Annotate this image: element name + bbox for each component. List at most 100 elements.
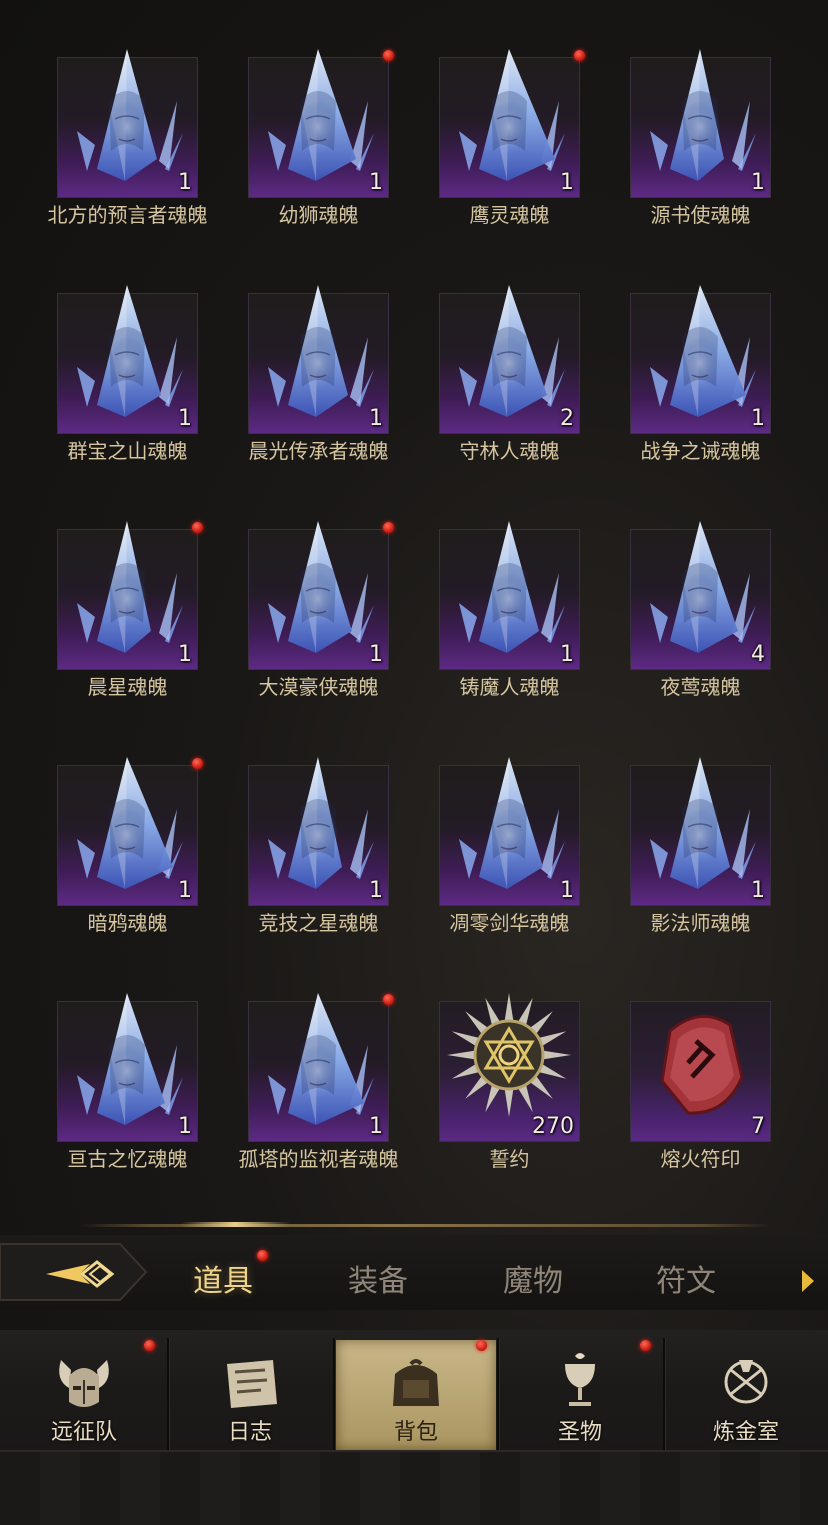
item-slot[interactable]: 270: [439, 993, 580, 1142]
nav-separator: [333, 1338, 335, 1450]
item-count: 1: [751, 878, 765, 903]
item-slot[interactable]: 1: [439, 757, 580, 906]
inventory-item[interactable]: 7 熔火符印: [573, 944, 771, 1180]
soul-crystal-icon: [268, 49, 374, 181]
item-count: 4: [751, 642, 765, 667]
inventory-item[interactable]: 270 誓约: [382, 944, 580, 1180]
item-name: 夜莺魂魄: [660, 675, 741, 699]
nav-item-label: 背包: [393, 1420, 438, 1445]
soul-crystal-icon: [459, 285, 565, 417]
item-slot[interactable]: 7: [630, 1001, 771, 1142]
item-name: 晨星魂魄: [87, 675, 168, 699]
item-count: 7: [751, 1114, 765, 1139]
inventory-item[interactable]: 1 幼狮魂魄: [191, 0, 394, 236]
item-slot[interactable]: 1: [57, 757, 203, 906]
item-slot[interactable]: 1: [439, 49, 585, 198]
item-slot[interactable]: 1: [248, 285, 389, 434]
item-count: 1: [369, 406, 383, 431]
item-slot[interactable]: 4: [630, 521, 771, 670]
inventory-item[interactable]: 4 夜莺魂魄: [573, 472, 771, 708]
inventory-item[interactable]: 1 亘古之忆魂魄: [0, 944, 198, 1180]
item-count: 1: [369, 878, 383, 903]
item-count: 1: [560, 642, 574, 667]
inventory-item[interactable]: 1 影法师魂魄: [573, 708, 771, 944]
soul-crystal-icon: [459, 49, 565, 181]
item-name: 誓约: [489, 1147, 530, 1171]
soul-crystal-icon: [77, 49, 183, 181]
nav-item-0[interactable]: 远征队: [4, 1340, 164, 1450]
item-slot[interactable]: 1: [248, 49, 394, 198]
inventory-item[interactable]: 2 守林人魂魄: [382, 236, 580, 472]
nav-item-1[interactable]: 日志: [170, 1340, 330, 1450]
item-count: 1: [751, 170, 765, 195]
item-name: 影法师魂魄: [650, 911, 751, 935]
item-name: 战争之诫魂魄: [640, 439, 761, 463]
item-slot[interactable]: 1: [57, 285, 198, 434]
item-count: 1: [751, 406, 765, 431]
item-slot[interactable]: 1: [248, 521, 394, 670]
nav-item-label: 圣物: [557, 1420, 602, 1445]
item-count: 1: [178, 878, 192, 903]
inventory-item[interactable]: 1 大漠豪侠魂魄: [191, 472, 394, 708]
inventory-item[interactable]: 1 鹰灵魂魄: [382, 0, 585, 236]
inventory-item[interactable]: 1 源书使魂魄: [573, 0, 771, 236]
back-button[interactable]: [0, 1238, 148, 1306]
item-name: 幼狮魂魄: [278, 203, 359, 227]
nav-item-label: 日志: [227, 1420, 272, 1445]
nav-item-4[interactable]: 炼金室: [666, 1340, 826, 1450]
nav-item-2[interactable]: 背包: [336, 1340, 496, 1450]
item-name: 熔火符印: [660, 1147, 741, 1171]
nav-separator: [663, 1338, 665, 1450]
item-slot[interactable]: 1: [57, 521, 203, 670]
item-name: 守林人魂魄: [459, 439, 560, 463]
inventory-item[interactable]: 1 竞技之星魂魄: [191, 708, 389, 944]
nav-notification-badge: [144, 1340, 155, 1351]
tab-items[interactable]: 道具: [193, 1256, 253, 1300]
item-slot[interactable]: 1: [439, 521, 580, 670]
soul-crystal-icon: [268, 521, 374, 653]
scroll-icon: [227, 1360, 277, 1408]
inventory-item[interactable]: 1 晨星魂魄: [0, 472, 203, 708]
item-count: 1: [560, 878, 574, 903]
soul-crystal-icon: [77, 521, 183, 653]
item-slot[interactable]: 1: [57, 49, 198, 198]
item-slot[interactable]: 1: [57, 993, 198, 1142]
item-name: 鹰灵魂魄: [469, 203, 550, 227]
inventory-item[interactable]: 1 北方的预言者魂魄: [0, 0, 208, 236]
inventory-item[interactable]: 1 暗鸦魂魄: [0, 708, 203, 944]
nav-separator: [497, 1338, 499, 1450]
molten-rune-icon: [660, 1014, 744, 1115]
nav-notification-badge: [640, 1340, 651, 1351]
inventory-item[interactable]: 1 战争之诫魂魄: [573, 236, 771, 472]
tab-runes[interactable]: 符文: [656, 1256, 716, 1300]
soul-crystal-icon: [650, 49, 756, 181]
soul-crystal-icon: [650, 521, 756, 653]
soul-crystal-icon: [77, 993, 183, 1125]
inventory-item[interactable]: 1 晨光传承者魂魄: [191, 236, 389, 472]
soul-crystal-icon: [77, 285, 183, 417]
item-name: 群宝之山魂魄: [67, 439, 188, 463]
nav-item-label: 远征队: [50, 1420, 117, 1445]
helmet-icon: [59, 1360, 109, 1407]
item-name: 竞技之星魂魄: [258, 911, 379, 935]
item-slot[interactable]: 2: [439, 285, 580, 434]
item-count: 1: [369, 642, 383, 667]
item-count: 1: [178, 406, 192, 431]
inventory-item[interactable]: 1 群宝之山魂魄: [0, 236, 198, 472]
item-name: 亘古之忆魂魄: [67, 1147, 188, 1171]
nav-item-3[interactable]: 圣物: [500, 1340, 660, 1450]
item-slot[interactable]: 1: [630, 49, 771, 198]
soul-crystal-icon: [268, 285, 374, 417]
tab-equipment[interactable]: 装备: [348, 1256, 408, 1300]
inventory-item[interactable]: 1 凋零剑华魂魄: [382, 708, 580, 944]
item-slot[interactable]: 1: [248, 993, 394, 1142]
inventory-item[interactable]: 1 孤塔的监视者魂魄: [191, 944, 399, 1180]
inventory-item[interactable]: 1 铸魔人魂魄: [382, 472, 580, 708]
item-slot[interactable]: 1: [630, 757, 771, 906]
tab-monsters[interactable]: 魔物: [503, 1256, 563, 1300]
item-slot[interactable]: 1: [630, 285, 771, 434]
item-count: 1: [178, 170, 192, 195]
soul-crystal-icon: [459, 521, 565, 653]
item-slot[interactable]: 1: [248, 757, 389, 906]
tab-scroll-right-icon[interactable]: [802, 1270, 814, 1292]
